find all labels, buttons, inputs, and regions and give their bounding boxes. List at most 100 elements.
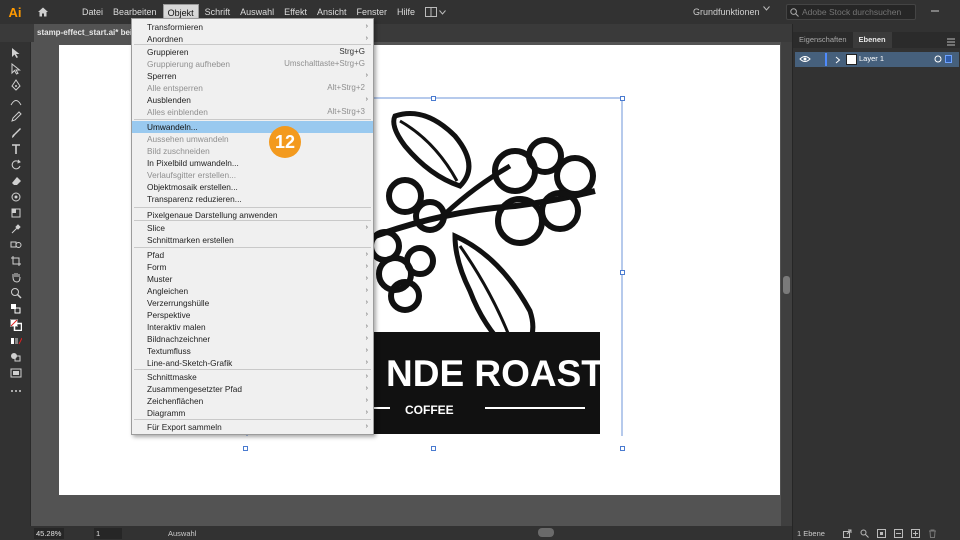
menu-item[interactable]: Bildnachzeichner ›	[132, 333, 373, 345]
menu-item[interactable]: Perspektive ›	[132, 309, 373, 321]
menu-item[interactable]: Gruppieren Strg+G	[132, 46, 373, 58]
workspace-switcher[interactable]: Grundfunktionen	[693, 4, 760, 20]
menu-item-label: Angleichen	[147, 286, 189, 296]
artboard-tool-icon[interactable]	[9, 254, 23, 268]
pencil-tool-icon[interactable]	[9, 110, 23, 124]
menu-item-label: Schnittmaske	[147, 372, 197, 382]
new-layer-icon[interactable]	[910, 528, 920, 538]
document-tab[interactable]: stamp-effect_start.ai* bei 45	[34, 24, 132, 42]
search-layers-icon[interactable]	[860, 529, 869, 538]
rotate-tool-icon[interactable]	[9, 158, 23, 172]
selection-handle[interactable]	[243, 446, 248, 451]
menu-item[interactable]: Angleichen ›	[132, 285, 373, 297]
stock-search[interactable]	[786, 4, 916, 20]
menu-item-label: Sperren	[147, 71, 177, 81]
eye-icon[interactable]	[799, 55, 811, 63]
layer-row[interactable]: Layer 1	[795, 52, 959, 67]
selection-tool-icon[interactable]	[9, 46, 23, 60]
expand-chevron-icon[interactable]	[835, 56, 841, 64]
selected-art-indicator[interactable]	[945, 55, 952, 63]
menu-item[interactable]: Slice ›	[132, 222, 373, 234]
menu-item[interactable]: Transparenz reduzieren...	[132, 193, 373, 205]
clipping-mask-icon[interactable]	[876, 528, 886, 538]
hand-tool-icon[interactable]	[9, 270, 23, 284]
menu-hilfe[interactable]: Hilfe	[393, 4, 419, 20]
submenu-arrow-icon: ›	[365, 287, 368, 294]
selection-handle[interactable]	[431, 446, 436, 451]
stock-search-input[interactable]	[802, 7, 912, 17]
brush-tool-icon[interactable]	[9, 126, 23, 140]
export-icon[interactable]	[842, 529, 852, 538]
zoom-tool-icon[interactable]	[9, 286, 23, 300]
tab-ebenen[interactable]: Ebenen	[852, 32, 892, 48]
menu-item-label: Zusammengesetzter Pfad	[147, 384, 242, 394]
menu-item[interactable]: Für Export sammeln ›	[132, 421, 373, 433]
screen-mode-icon[interactable]	[9, 366, 23, 380]
warp-tool-icon[interactable]	[9, 190, 23, 204]
menu-item[interactable]: Transformieren ›	[132, 21, 373, 33]
color-mode-icon[interactable]	[9, 334, 23, 348]
submenu-arrow-icon: ›	[365, 251, 368, 258]
stamp-title: NDE ROAST	[386, 353, 604, 394]
menu-item-label: Textumfluss	[147, 346, 191, 356]
vertical-scrollbar[interactable]	[781, 42, 792, 526]
horizontal-scroll-thumb[interactable]	[538, 528, 554, 537]
chevron-down-icon[interactable]	[763, 6, 770, 11]
menu-item[interactable]: Verzerrungshülle ›	[132, 297, 373, 309]
trash-icon[interactable]	[928, 529, 937, 538]
menu-separator	[134, 220, 371, 221]
menu-item[interactable]: Schnittmarken erstellen	[132, 234, 373, 246]
menu-datei[interactable]: Datei	[78, 4, 107, 20]
menu-item-label: Perspektive	[147, 310, 191, 320]
submenu-arrow-icon: ›	[365, 385, 368, 392]
draw-mode-icon[interactable]	[9, 350, 23, 364]
artboard-number[interactable]: 1	[94, 527, 122, 539]
vertical-scroll-thumb[interactable]	[783, 276, 790, 294]
new-sublayer-icon[interactable]	[893, 528, 903, 538]
menu-item-label: Verlaufsgitter erstellen...	[147, 170, 237, 180]
blend-tool-icon[interactable]	[9, 238, 23, 252]
menu-item[interactable]: Umwandeln...	[132, 121, 373, 133]
selection-handle[interactable]	[620, 96, 625, 101]
home-icon[interactable]	[32, 1, 54, 23]
menu-item[interactable]: Interaktiv malen ›	[132, 321, 373, 333]
tab-eigenschaften[interactable]: Eigenschaften	[793, 32, 853, 48]
menu-item[interactable]: Schnittmaske ›	[132, 371, 373, 383]
menu-item-label: Interaktiv malen	[147, 322, 206, 332]
fill-stroke-swatch-icon[interactable]	[9, 318, 23, 332]
menu-item[interactable]: Pfad ›	[132, 249, 373, 261]
curvature-tool-icon[interactable]	[9, 94, 23, 108]
default-colors-icon[interactable]	[9, 302, 23, 316]
menu-item[interactable]: In Pixelbild umwandeln...	[132, 157, 373, 169]
arrange-documents-button[interactable]	[425, 4, 453, 20]
menu-item-label: Anordnen	[147, 34, 183, 44]
menu-item[interactable]: Muster ›	[132, 273, 373, 285]
direct-selection-tool-icon[interactable]	[9, 62, 23, 76]
menu-separator	[134, 419, 371, 420]
minimize-icon[interactable]	[928, 4, 942, 18]
type-tool-icon[interactable]	[9, 142, 23, 156]
menu-item[interactable]: Line-and-Sketch-Grafik ›	[132, 357, 373, 369]
menu-item: Verlaufsgitter erstellen...	[132, 169, 373, 181]
more-tools-icon[interactable]	[9, 384, 23, 398]
selection-handle[interactable]	[620, 446, 625, 451]
menu-item[interactable]: Zeichenflächen ›	[132, 395, 373, 407]
menu-item[interactable]: Form ›	[132, 261, 373, 273]
selection-handle[interactable]	[620, 270, 625, 275]
menu-item[interactable]: Ausblenden ›	[132, 94, 373, 106]
menu-item[interactable]: Textumfluss ›	[132, 345, 373, 357]
target-icon[interactable]	[934, 55, 942, 63]
eraser-tool-icon[interactable]	[9, 174, 23, 188]
selection-handle[interactable]	[431, 96, 436, 101]
menu-item[interactable]: Zusammengesetzter Pfad ›	[132, 383, 373, 395]
menu-item[interactable]: Objektmosaik erstellen...	[132, 181, 373, 193]
zoom-level[interactable]: 45.28%	[34, 527, 64, 539]
pen-tool-icon[interactable]	[9, 78, 23, 92]
submenu-arrow-icon: ›	[365, 409, 368, 416]
panel-menu-icon[interactable]	[946, 38, 956, 46]
shape-builder-tool-icon[interactable]	[9, 206, 23, 220]
eyedropper-tool-icon[interactable]	[9, 222, 23, 236]
menu-item[interactable]: Diagramm ›	[132, 407, 373, 419]
status-mode[interactable]: Auswahl	[168, 529, 196, 538]
menu-item[interactable]: Sperren ›	[132, 70, 373, 82]
